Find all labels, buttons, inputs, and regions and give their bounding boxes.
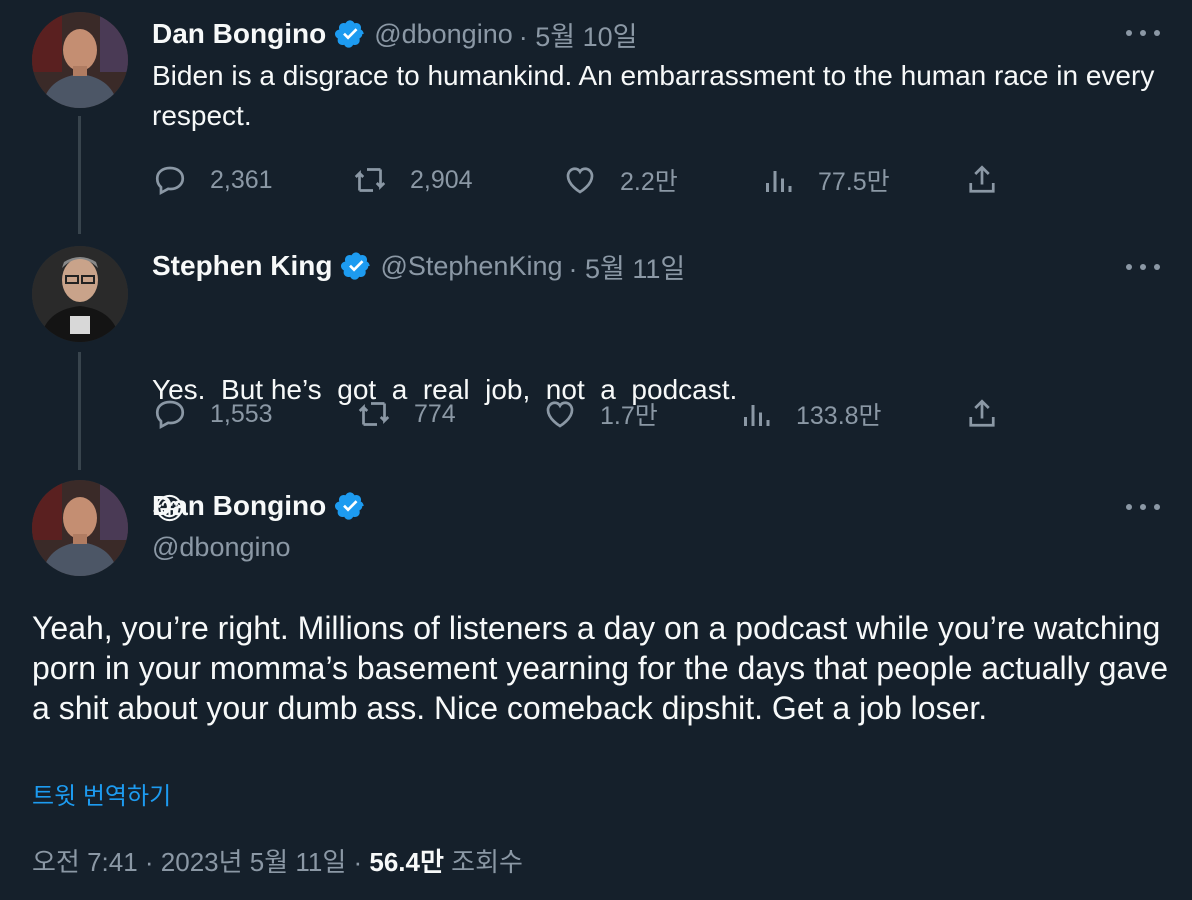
reply-icon (155, 400, 185, 430)
display-name[interactable]: Dan Bongino (152, 18, 326, 50)
share-button[interactable] (964, 396, 1022, 432)
views-label: 조회수 (451, 847, 523, 877)
main-tweet-text: Yeah, you’re right. Millions of listener… (32, 610, 1169, 726)
share-icon (969, 399, 995, 427)
views-button[interactable]: 77.5만 (760, 162, 890, 198)
retweet-count: 2,904 (410, 165, 473, 194)
avatar[interactable] (32, 480, 128, 576)
retweet-count: 774 (414, 399, 456, 428)
reply-count: 1,553 (210, 399, 273, 428)
translate-link[interactable]: 트윗 번역하기 (32, 776, 171, 811)
timestamp[interactable]: 오전 7:41 · 2023년 5월 11일 · (32, 847, 362, 877)
like-icon (566, 167, 594, 194)
display-name[interactable]: Stephen King (152, 250, 332, 282)
retweet-button[interactable]: 774 (356, 396, 456, 432)
handle[interactable]: @dbongino (152, 532, 291, 563)
like-button[interactable]: 1.7만 (542, 396, 658, 432)
like-count: 1.7만 (600, 402, 658, 430)
retweet-icon (358, 402, 390, 426)
thread-line (78, 116, 81, 234)
reply-icon (155, 166, 185, 196)
tweet-date[interactable]: · 5월 11일 (569, 247, 686, 286)
reply-button[interactable]: 1,553 (152, 396, 273, 432)
share-icon (969, 165, 995, 193)
retweet-icon (354, 168, 386, 192)
verified-badge-icon (334, 490, 366, 522)
views-total[interactable]: 56.4만 (369, 847, 444, 877)
tweet-footer: 오전 7:41 · 2023년 5월 11일 · 56.4만 조회수 (32, 842, 523, 879)
tweet-date[interactable]: · 5월 10일 (519, 15, 638, 54)
author-handle-row: @dbongino (152, 528, 291, 566)
avatar[interactable] (32, 12, 128, 108)
views-icon (744, 405, 770, 426)
views-count: 133.8만 (796, 402, 882, 430)
views-button[interactable]: 133.8만 (738, 396, 882, 432)
handle[interactable]: @StephenKing (380, 251, 562, 282)
handle[interactable]: @dbongino (374, 19, 513, 50)
reply-button[interactable]: 2,361 (152, 162, 273, 198)
share-button[interactable] (964, 162, 1022, 198)
like-button[interactable]: 2.2만 (562, 162, 678, 198)
display-name[interactable]: Dan Bongino (152, 490, 326, 522)
more-icon[interactable] (1126, 28, 1160, 38)
more-icon[interactable] (1126, 262, 1160, 272)
views-icon (766, 171, 792, 192)
tweet-header: Dan Bongino @dbongino · 5월 10일 (152, 14, 637, 54)
retweet-button[interactable]: 2,904 (352, 162, 473, 198)
tweet-header: Stephen King @StephenKing · 5월 11일 (152, 246, 685, 286)
views-count: 77.5만 (818, 168, 890, 196)
like-count: 2.2만 (620, 168, 678, 196)
thread-line (78, 352, 81, 470)
verified-badge-icon (334, 18, 366, 50)
reply-count: 2,361 (210, 165, 273, 194)
verified-badge-icon (340, 250, 372, 282)
more-icon[interactable] (1126, 502, 1160, 512)
like-icon (546, 401, 574, 428)
avatar[interactable] (32, 246, 128, 342)
author-name-row: Dan Bongino (152, 486, 374, 526)
tweet-text: Biden is a disgrace to humankind. An emb… (152, 60, 1155, 131)
